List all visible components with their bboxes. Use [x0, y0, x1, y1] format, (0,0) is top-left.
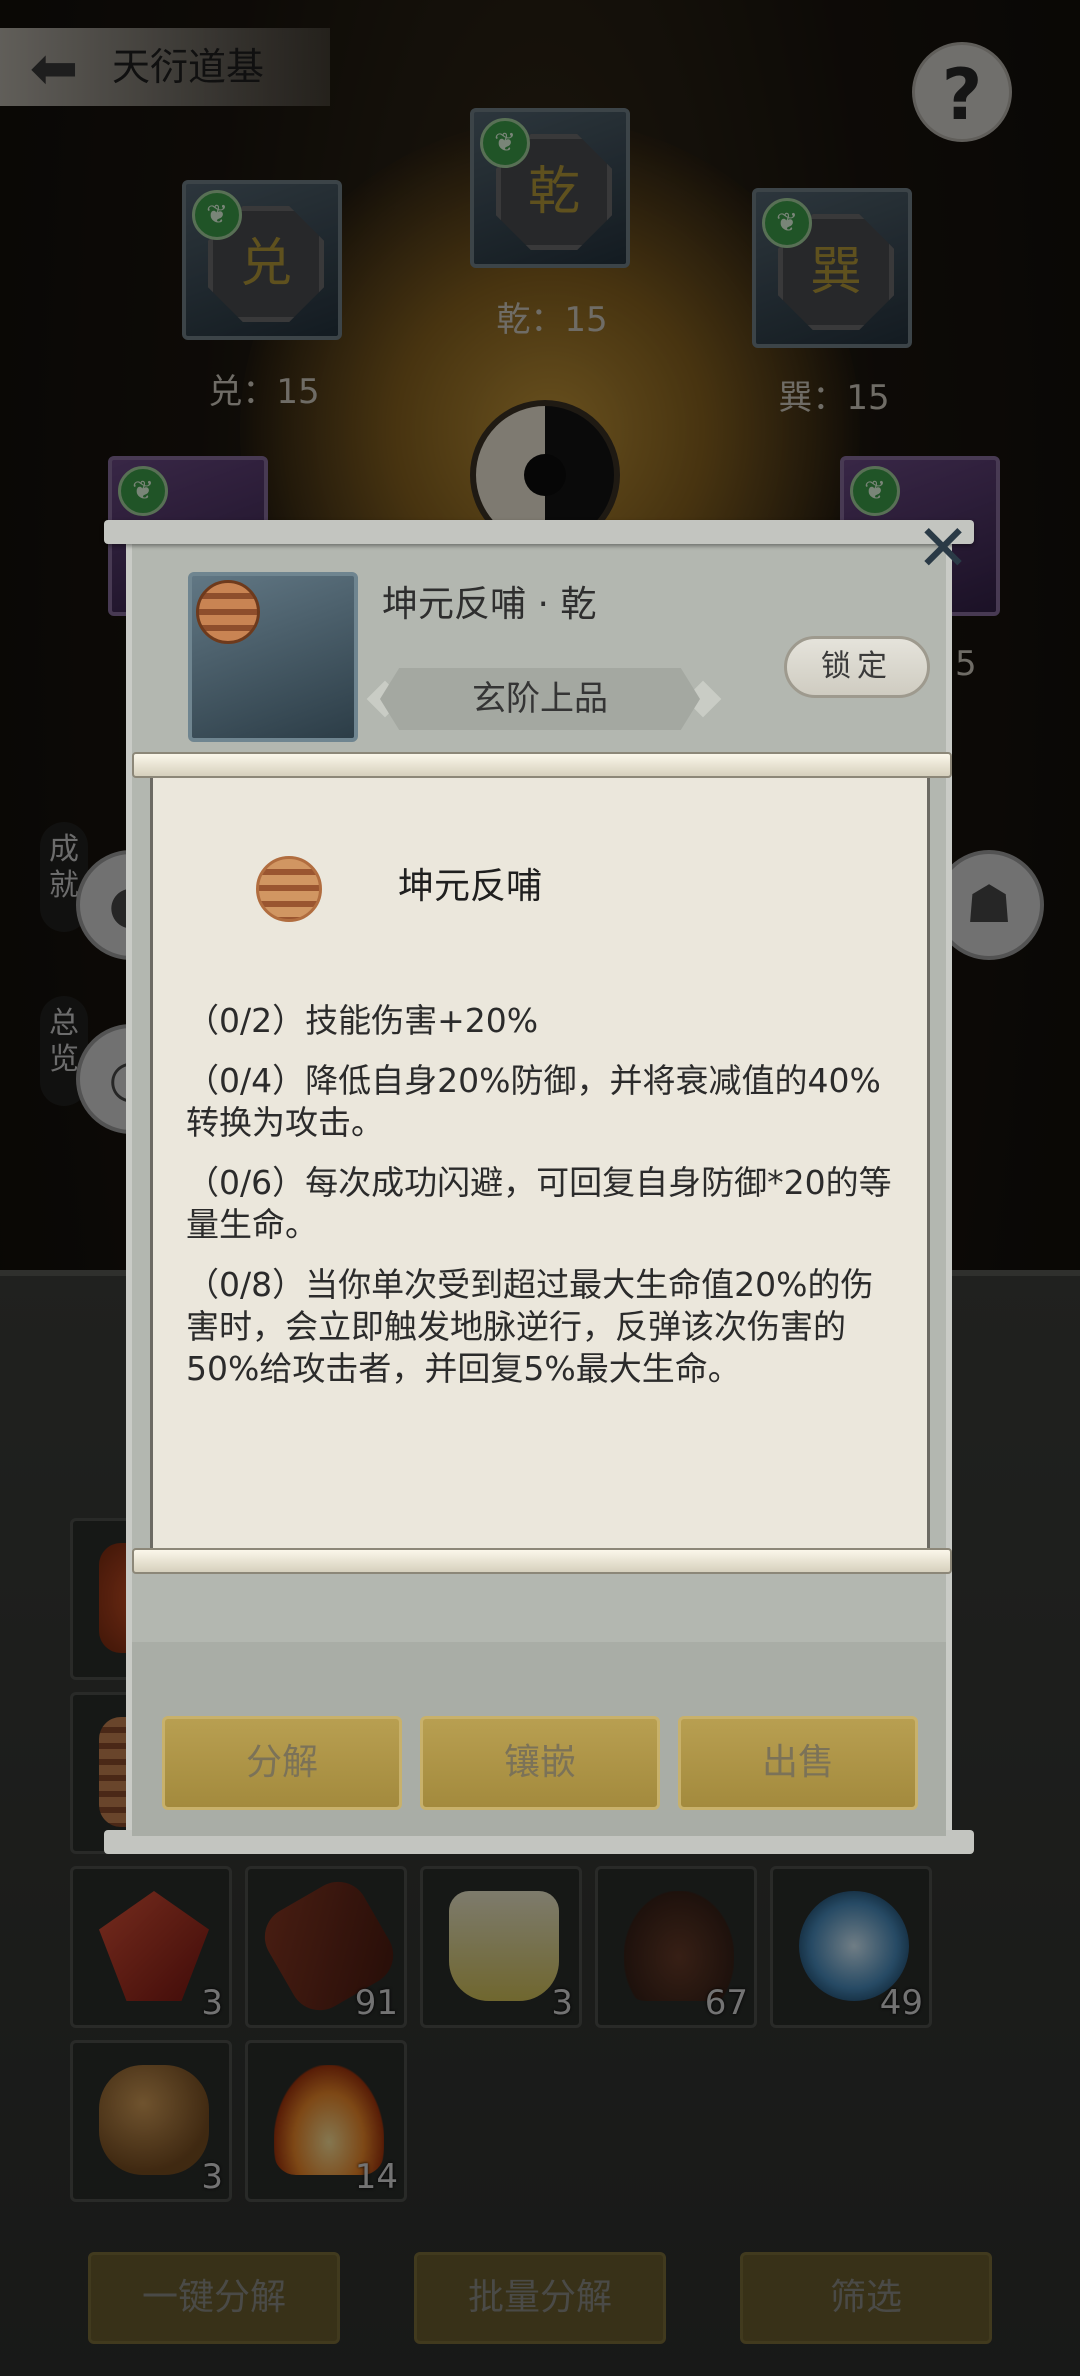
effect-line: （0/8）当你单次受到超过最大生命值20%的伤害时，会立即触发地脉逆行，反弹该次… — [186, 1265, 874, 1388]
decompose-button[interactable]: 分解 — [162, 1716, 402, 1810]
close-icon[interactable]: ✕ — [908, 516, 978, 582]
earth-element-icon — [196, 580, 260, 644]
skill-name: 坤元反哺 — [398, 866, 543, 907]
sell-button[interactable]: 出售 — [678, 1716, 918, 1810]
modal-top-rail — [104, 520, 974, 544]
inlay-button[interactable]: 镶嵌 — [420, 1716, 660, 1810]
lock-button[interactable]: 锁定 — [784, 636, 930, 698]
effect-line: （0/4）降低自身20%防御，并将衰减值的40%转换为攻击。 — [186, 1061, 881, 1142]
scroll-rod-top — [132, 752, 952, 778]
scroll-rod-bottom — [132, 1548, 952, 1574]
item-grade: 玄阶上品 — [380, 668, 700, 730]
effect-line: （0/6）每次成功闪避，可回复自身防御*20的等量生命。 — [186, 1163, 892, 1244]
item-name: 坤元反哺 · 乾 — [382, 584, 597, 625]
skill-effects: （0/2）技能伤害+20% （0/4）降低自身20%防御，并将衰减值的40%转换… — [186, 1000, 898, 1408]
effect-line: （0/2）技能伤害+20% — [186, 1001, 539, 1040]
earth-element-icon — [256, 856, 322, 922]
item-icon: 乾 — [188, 572, 358, 742]
